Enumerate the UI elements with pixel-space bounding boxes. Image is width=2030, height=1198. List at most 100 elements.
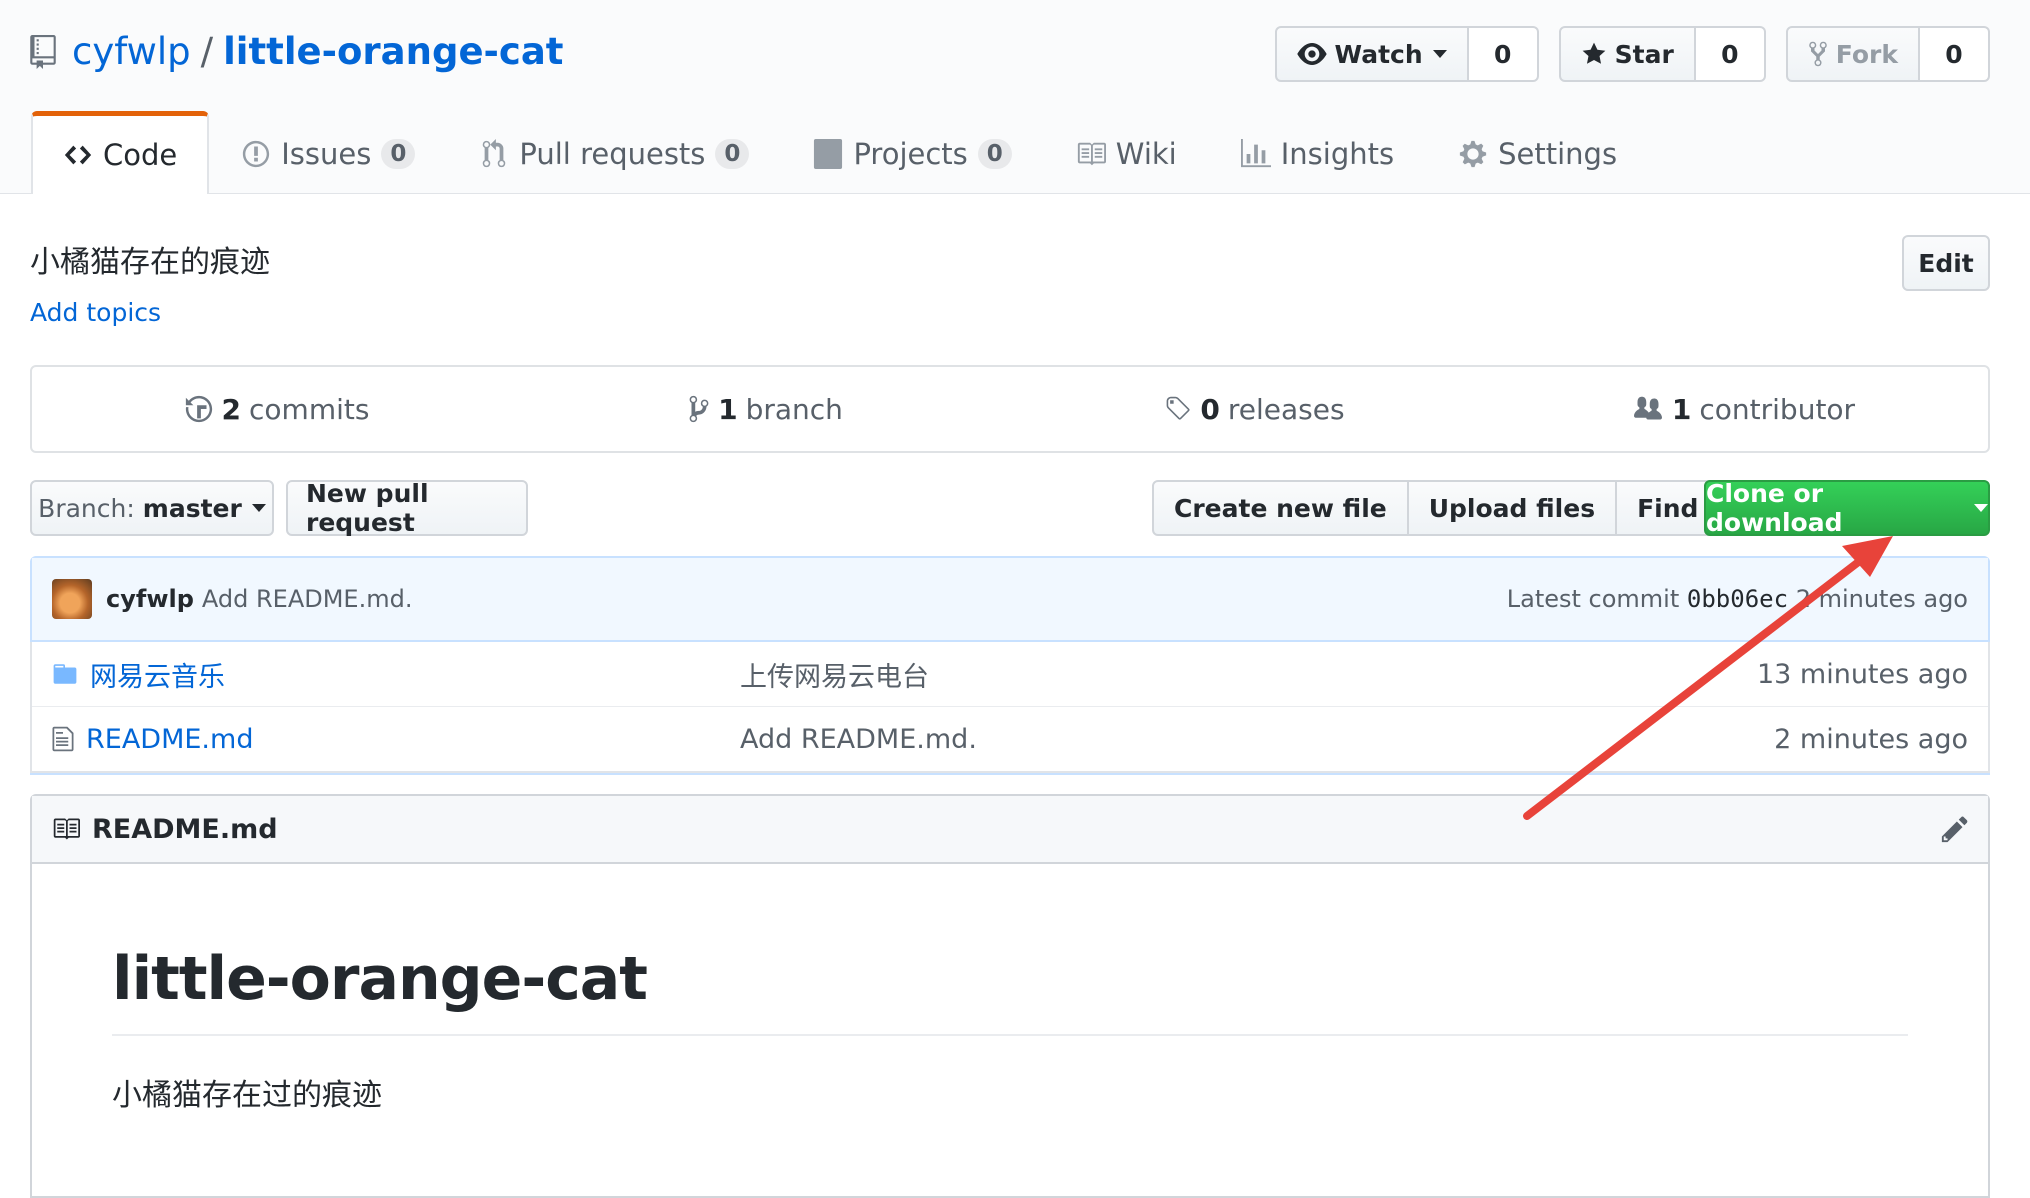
chevron-down-icon xyxy=(1974,504,1988,512)
branches-link[interactable]: 1 branch xyxy=(521,393,1010,426)
star-button[interactable]: Star xyxy=(1558,26,1696,82)
repo-title: cyfwlp / little-orange-cat xyxy=(30,28,564,76)
file-box: cyfwlp Add README.md. Latest commit 0bb0… xyxy=(30,556,1990,775)
repo-title-separator: / xyxy=(200,30,214,73)
commits-link[interactable]: 2 commits xyxy=(32,393,521,426)
fork-icon xyxy=(1809,41,1827,67)
file-text-icon xyxy=(52,726,74,752)
tab-pull-requests[interactable]: Pull requests 0 xyxy=(447,112,781,194)
edit-description-button[interactable]: Edit xyxy=(1902,235,1990,291)
file-commit-message[interactable]: Add README.md. xyxy=(740,724,1774,755)
readme-filename: README.md xyxy=(92,813,278,845)
upload-files-button[interactable]: Upload files xyxy=(1408,480,1618,536)
file-commit-message[interactable]: 上传网易云电台 xyxy=(740,655,1757,694)
readme-paragraph: 小橘猫存在过的痕迹 xyxy=(112,1078,382,1113)
tab-issues[interactable]: Issues 0 xyxy=(209,112,447,194)
tab-pull-requests-label: Pull requests xyxy=(519,137,706,171)
pull-requests-counter: 0 xyxy=(715,139,750,169)
pull-request-icon xyxy=(483,139,506,168)
branch-select-button[interactable]: Branch: master xyxy=(30,480,274,536)
tab-projects-label: Projects xyxy=(853,137,968,171)
file-name: 网易云音乐 xyxy=(90,661,225,693)
watch-count[interactable]: 0 xyxy=(1468,26,1539,82)
gear-icon xyxy=(1460,140,1487,168)
latest-commit-prefix: Latest commit xyxy=(1506,585,1680,613)
readme-header: README.md xyxy=(32,796,1988,864)
repo-nav: Code Issues 0 Pull requests 0 Projects 0 xyxy=(31,111,1649,194)
history-icon xyxy=(185,395,212,423)
tab-insights-label: Insights xyxy=(1280,137,1395,171)
projects-counter: 0 xyxy=(977,139,1012,169)
clone-label: Clone or download xyxy=(1706,479,1843,537)
latest-commit: Latest commit 0bb06ec 2 minutes ago xyxy=(1507,585,1968,613)
file-name-link[interactable]: README.md xyxy=(50,724,740,755)
add-topics-link[interactable]: Add topics xyxy=(30,298,161,327)
star-label: Star xyxy=(1614,39,1674,69)
commit-sha[interactable]: 0bb06ec xyxy=(1687,585,1788,613)
code-icon xyxy=(64,145,92,165)
new-pull-request-button[interactable]: New pull request xyxy=(286,479,528,537)
tab-projects[interactable]: Projects 0 xyxy=(781,112,1043,194)
branches-label: branch xyxy=(745,392,843,426)
create-new-file-button[interactable]: Create new file xyxy=(1152,480,1409,536)
star-count[interactable]: 0 xyxy=(1695,26,1766,82)
file-age: 2 minutes ago xyxy=(1774,723,1968,755)
commit-author[interactable]: cyfwlp xyxy=(106,585,194,613)
file-name-link[interactable]: 网易云音乐 xyxy=(50,655,740,694)
star-group: Star 0 xyxy=(1558,26,1766,82)
tab-code[interactable]: Code xyxy=(31,111,210,194)
commits-label: commits xyxy=(249,392,370,426)
commits-count: 2 xyxy=(221,392,242,426)
watch-label: Watch xyxy=(1334,39,1423,69)
watch-button[interactable]: Watch xyxy=(1274,26,1469,82)
commit-age: 2 minutes ago xyxy=(1795,585,1968,613)
tab-settings-label: Settings xyxy=(1498,137,1618,171)
chevron-down-icon xyxy=(1432,50,1447,58)
avatar[interactable] xyxy=(52,579,92,619)
fork-button[interactable]: Fork xyxy=(1785,26,1920,82)
chevron-down-icon xyxy=(251,504,266,512)
pagehead-actions: Watch 0 Star 0 Fork 0 xyxy=(1274,26,1990,82)
fork-label: Fork xyxy=(1835,39,1898,69)
table-row: README.md Add README.md. 2 minutes ago xyxy=(32,706,1988,771)
branch-name: master xyxy=(142,493,242,523)
folder-icon xyxy=(53,664,77,684)
pencil-icon[interactable] xyxy=(1940,814,1970,844)
table-row: 网易云音乐 上传网易云电台 13 minutes ago xyxy=(32,642,1988,706)
people-icon xyxy=(1633,396,1662,420)
watch-group: Watch 0 xyxy=(1274,26,1539,82)
branch-prefix: Branch: xyxy=(38,493,135,523)
repo-header: cyfwlp / little-orange-cat Watch 0 Star … xyxy=(0,0,2030,194)
file-age: 13 minutes ago xyxy=(1756,658,1968,690)
readme-title: little-orange-cat xyxy=(112,944,1908,1036)
fork-count[interactable]: 0 xyxy=(1920,26,1990,82)
contributors-link[interactable]: 1 contributor xyxy=(1499,393,1988,426)
file-name: README.md xyxy=(86,723,254,755)
branch-icon xyxy=(689,395,709,423)
repo-name-link[interactable]: little-orange-cat xyxy=(223,28,563,76)
tab-wiki-label: Wiki xyxy=(1115,137,1177,171)
commit-tease: cyfwlp Add README.md. Latest commit 0bb0… xyxy=(32,558,1988,642)
repo-description: 小橘猫存在的痕迹 xyxy=(30,245,270,280)
readme-box: README.md little-orange-cat 小橘猫存在过的痕迹 xyxy=(30,794,1990,1198)
tab-code-label: Code xyxy=(103,138,178,172)
tab-insights[interactable]: Insights xyxy=(1209,112,1426,194)
graph-icon xyxy=(1240,139,1271,168)
repo-owner-link[interactable]: cyfwlp xyxy=(72,28,191,76)
book-icon xyxy=(53,818,80,840)
readme-content: little-orange-cat 小橘猫存在过的痕迹 xyxy=(32,944,1988,1114)
eye-icon xyxy=(1296,43,1327,65)
file-list: 网易云音乐 上传网易云电台 13 minutes ago README.md A… xyxy=(30,642,1990,773)
contributors-count: 1 xyxy=(1671,392,1692,426)
releases-label: releases xyxy=(1227,392,1345,426)
star-icon xyxy=(1582,42,1606,64)
tab-wiki[interactable]: Wiki xyxy=(1044,112,1209,194)
clone-or-download-button[interactable]: Clone or download xyxy=(1704,479,1990,537)
fork-group: Fork 0 xyxy=(1785,26,1990,82)
tab-settings[interactable]: Settings xyxy=(1426,112,1649,194)
commit-message[interactable]: Add README.md. xyxy=(202,585,413,613)
issues-counter: 0 xyxy=(381,139,416,169)
releases-link[interactable]: 0 releases xyxy=(1010,393,1499,426)
tab-issues-label: Issues xyxy=(281,137,372,171)
project-icon xyxy=(814,139,843,169)
